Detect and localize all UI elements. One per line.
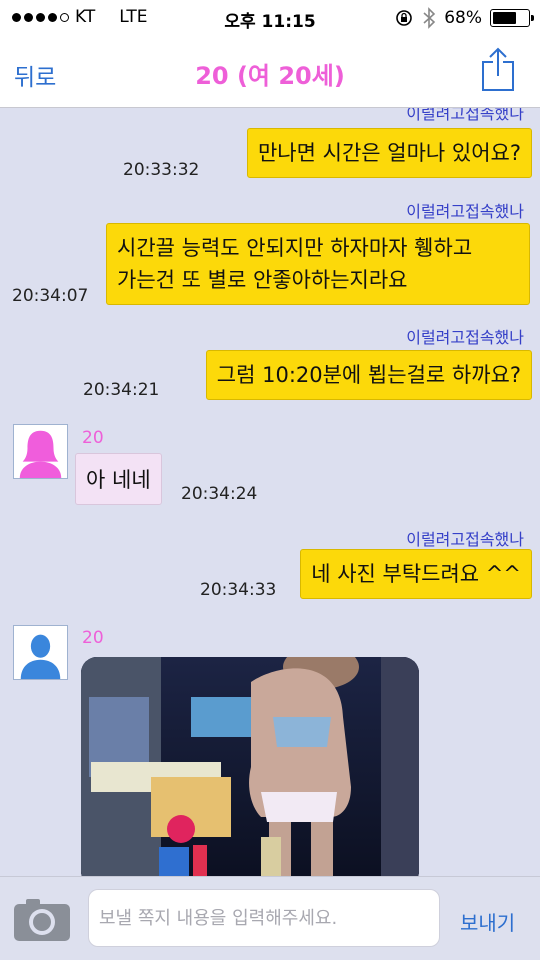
back-button[interactable]: 뒤로 bbox=[14, 58, 56, 92]
share-icon bbox=[482, 47, 514, 91]
sender-note: 이럴려고접속했나 bbox=[406, 530, 524, 549]
message-input[interactable] bbox=[88, 889, 440, 947]
camera-icon bbox=[14, 899, 70, 941]
sender-name: 20 bbox=[82, 428, 104, 448]
status-right: 68% bbox=[394, 7, 534, 29]
sender-note: 이럴려고접속했나 bbox=[406, 328, 524, 347]
chat-area[interactable]: 이럴려고접속했나 만나면 시간은 얼마나 있어요? 20:33:32 이럴려고접… bbox=[0, 108, 540, 876]
message-timestamp: 20:33:32 bbox=[123, 160, 200, 180]
nav-bar: 뒤로 20 (여 20세) bbox=[0, 36, 540, 108]
avatar[interactable] bbox=[13, 424, 68, 479]
page-title: 20 (여 20세) bbox=[195, 62, 345, 90]
battery-icon bbox=[490, 9, 534, 27]
message-line: 시간끌 능력도 안되지만 하자마자 휑하고 bbox=[117, 236, 473, 260]
female-avatar-icon bbox=[14, 425, 67, 478]
message-line: 가는건 또 별로 안좋아하는지라요 bbox=[117, 268, 408, 292]
battery-percent: 68% bbox=[444, 8, 482, 28]
sender-name: 20 bbox=[82, 628, 104, 648]
rotation-lock-icon bbox=[396, 10, 413, 26]
send-button[interactable]: 보내기 bbox=[460, 907, 515, 936]
camera-button[interactable] bbox=[12, 895, 72, 943]
male-avatar-icon bbox=[14, 626, 67, 679]
outgoing-message[interactable]: 네 사진 부탁드려요 ^^ bbox=[300, 549, 532, 599]
share-button[interactable] bbox=[480, 46, 516, 92]
outgoing-message[interactable]: 만나면 시간은 얼마나 있어요? bbox=[246, 128, 532, 178]
message-input-bar: 보내기 bbox=[0, 876, 540, 960]
avatar[interactable] bbox=[13, 625, 68, 680]
photo-message[interactable] bbox=[81, 657, 419, 876]
incoming-message[interactable]: 아 네네 bbox=[75, 453, 162, 505]
photo-image bbox=[81, 657, 419, 876]
message-timestamp: 20:34:33 bbox=[200, 580, 277, 600]
status-bar: KT LTE 오후 11:15 68% bbox=[0, 0, 540, 36]
outgoing-message[interactable]: 그럼 10:20분에 뵙는걸로 하까요? bbox=[205, 350, 532, 400]
bluetooth-icon bbox=[423, 7, 436, 29]
battery-fill bbox=[493, 12, 517, 24]
sender-note: 이럴려고접속했나 bbox=[406, 108, 524, 123]
message-timestamp: 20:34:24 bbox=[181, 484, 258, 504]
message-timestamp: 20:34:07 bbox=[12, 286, 89, 306]
outgoing-message[interactable]: 시간끌 능력도 안되지만 하자마자 휑하고 가는건 또 별로 안좋아하는지라요 bbox=[106, 223, 530, 305]
message-timestamp: 20:34:21 bbox=[83, 380, 160, 400]
sender-note: 이럴려고접속했나 bbox=[406, 202, 524, 221]
